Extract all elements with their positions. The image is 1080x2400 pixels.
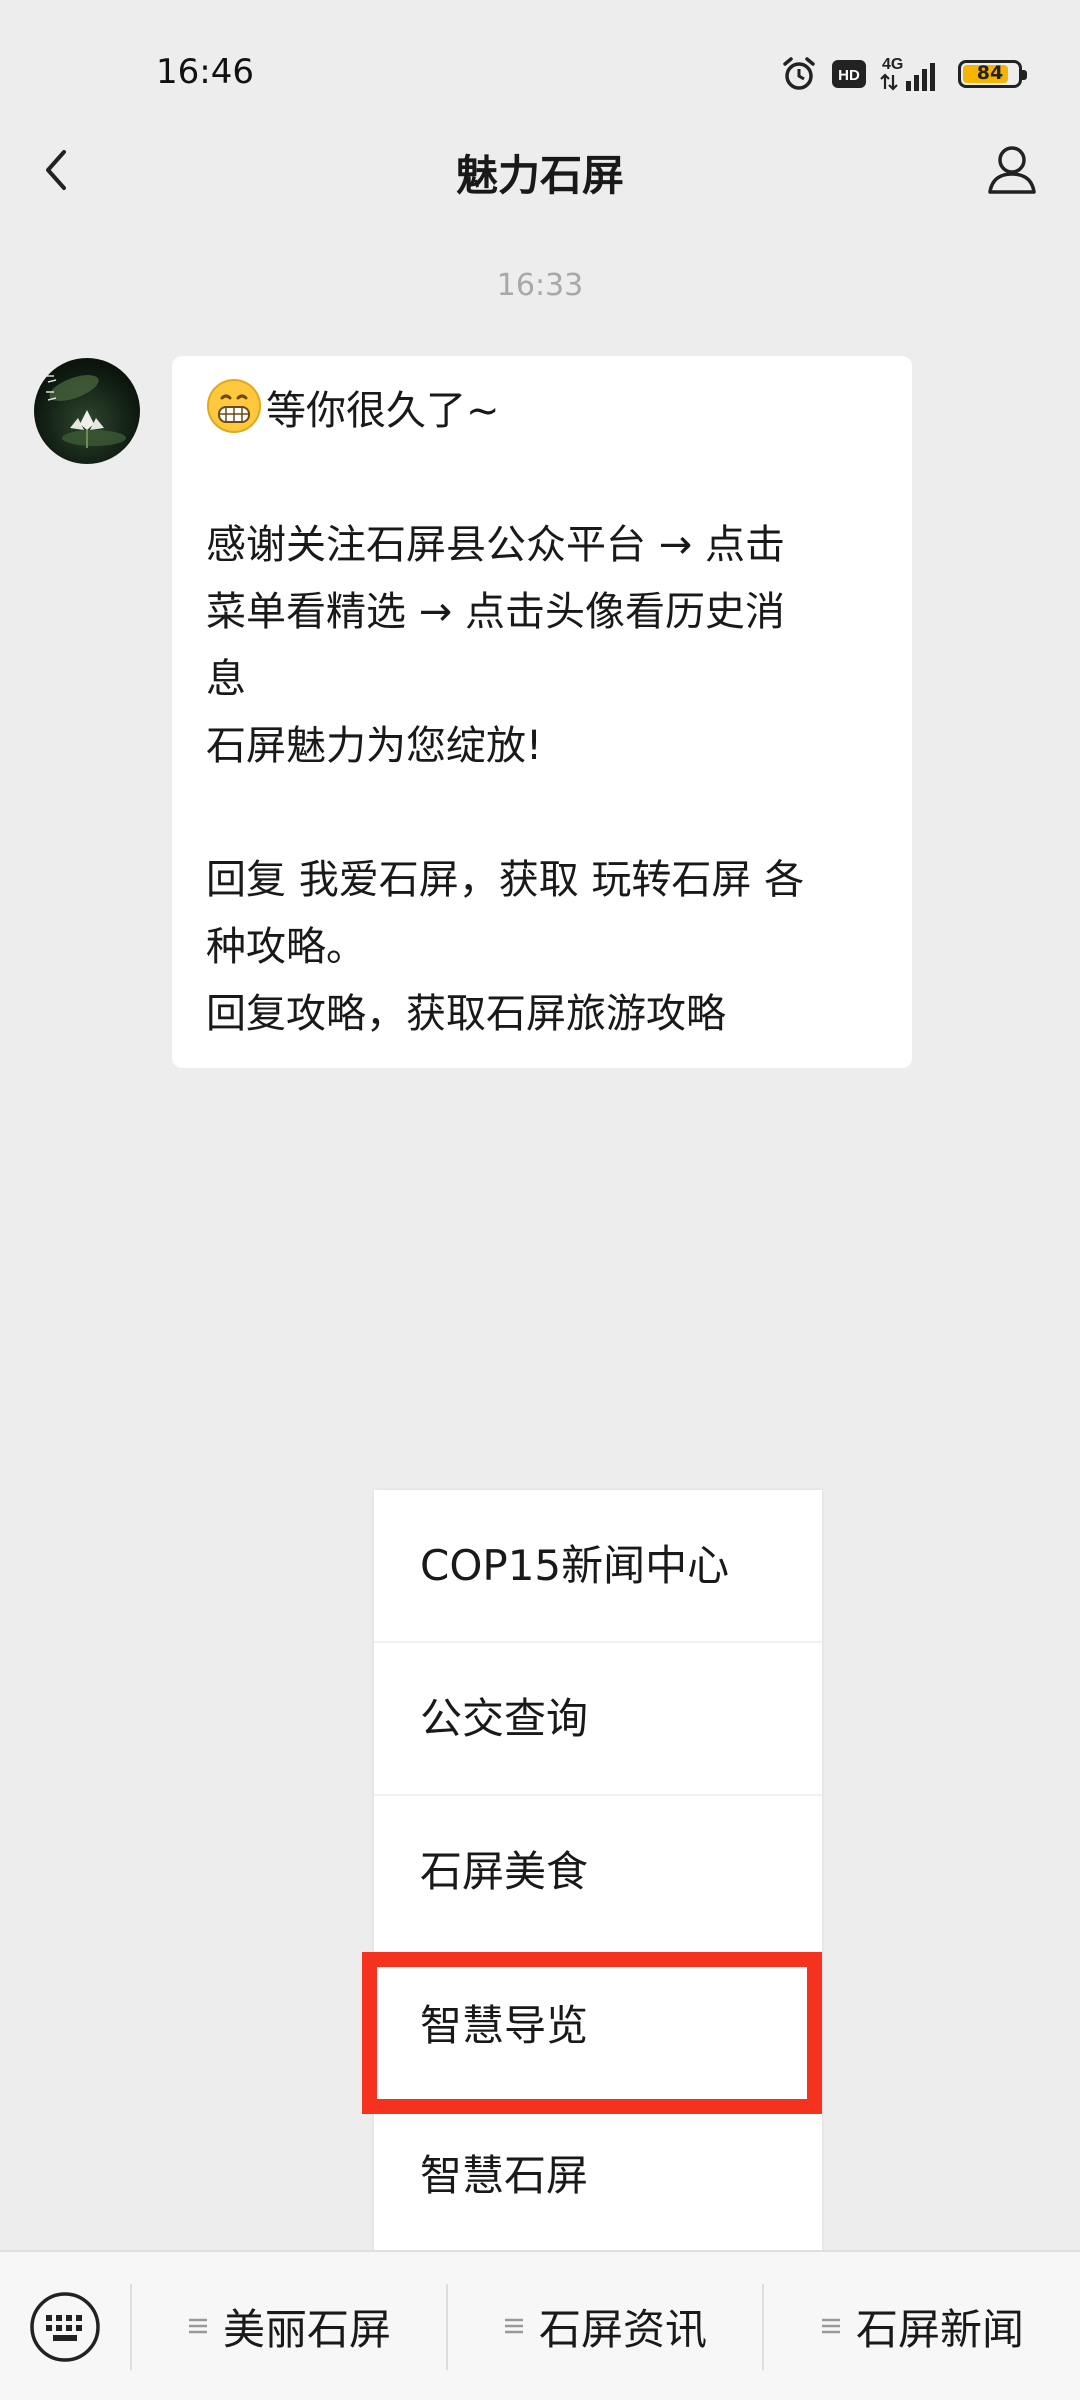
nav-bar: 魅力石屏 [0,120,1080,220]
tab-beautiful-shiping[interactable]: 美丽石屏 [132,2252,446,2400]
message-line-8: 回复 我爱石屏，获取 玩转石屏 各 [206,857,805,903]
menu-lines-icon [821,2318,840,2334]
network-label: 4G [882,56,903,73]
message-line-1: 等你很久了~ [206,378,878,445]
message-line-3: 感谢关注石屏县公众平台 → 点击 [206,522,785,568]
menu-lines-icon [188,2318,207,2334]
person-icon[interactable] [980,138,1044,202]
tab-label: 美丽石屏 [222,2304,391,2354]
tab-label: 石屏资讯 [538,2304,707,2354]
status-time: 16:46 [156,52,254,92]
bottom-menu-bar: 美丽石屏 石屏资讯 石屏新闻 [0,2250,1080,2400]
grinning-face-icon [206,378,262,434]
message-line-9: 种攻略。 [206,924,366,970]
message-line-6: 石屏魅力为您绽放! [206,723,543,769]
message-line-4: 菜单看精选 → 点击头像看历史消 [206,589,785,635]
message-bubble: 等你很久了~ 感谢关注石屏县公众平台 → 点击 菜单看精选 → 点击头像看历史消… [172,356,912,1068]
menu-lines-icon [504,2318,523,2334]
message-line-10: 回复攻略，获取石屏旅游攻略 [206,991,726,1037]
alarm-icon [780,55,818,93]
message-line-5: 息 [206,656,246,702]
status-bar: 16:46 HD 4G 84 [0,0,1080,140]
battery-cap [1022,70,1027,80]
battery-percent: 84 [976,62,1004,84]
menu-item-cop15-news[interactable]: COP15新闻中心 [374,1490,822,1642]
menu-item-food[interactable]: 石屏美食 [374,1796,822,1948]
hd-label: HD [838,67,860,84]
message-line-7 [206,780,878,847]
message-text: 等你很久了~ [266,388,500,434]
status-icons: HD 4G 84 [780,52,1027,96]
tab-shiping-info[interactable]: 石屏资讯 [448,2252,762,2400]
menu-item-smart-guide[interactable]: 智慧导览 [374,1950,822,2102]
message-timestamp: 16:33 [496,268,584,303]
tab-shiping-news[interactable]: 石屏新闻 [764,2252,1080,2400]
battery-icon: 84 [958,60,1027,88]
tab-label: 石屏新闻 [855,2304,1024,2354]
keyboard-icon[interactable] [28,2290,102,2364]
hd-icon: HD [832,60,866,88]
message-line-2 [206,445,878,512]
page-title: 魅力石屏 [455,151,624,200]
avatar[interactable] [34,358,140,464]
signal-icon: 4G [880,55,944,93]
menu-item-bus-query[interactable]: 公交查询 [374,1643,822,1795]
popup-submenu: COP15新闻中心 公交查询 石屏美食 智慧导览 智慧石屏 [374,1490,822,2250]
menu-item-smart-shiping[interactable]: 智慧石屏 [374,2100,822,2252]
